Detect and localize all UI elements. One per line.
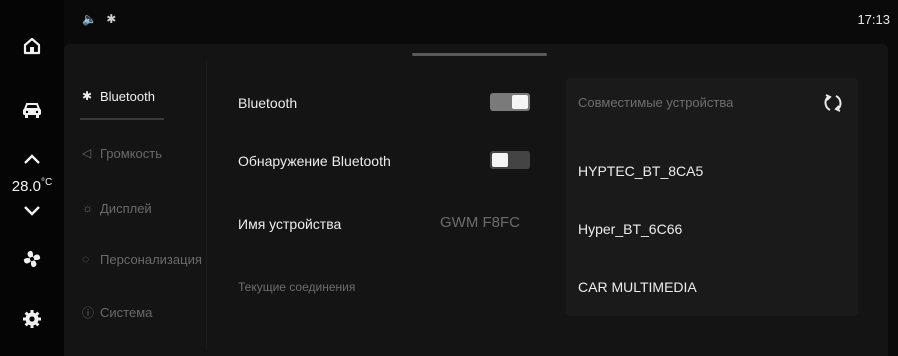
system-icon: ⓘ — [82, 305, 95, 320]
home-button[interactable] — [0, 32, 64, 60]
status-icons: 🔈 ✱ — [82, 12, 120, 26]
chevron-down-icon — [24, 206, 40, 216]
menu-item-label: Система — [100, 304, 153, 320]
temperature-unit: °C — [40, 177, 53, 188]
discovery-setting-label: Обнаружение Bluetooth — [238, 153, 391, 169]
bluetooth-setting-label: Bluetooth — [238, 95, 298, 111]
left-nav-rail: 28.0°C — [0, 0, 64, 356]
bluetooth-icon: ✱ — [82, 89, 93, 103]
settings-button[interactable] — [0, 306, 64, 332]
device-name-label: Имя устройства — [238, 216, 342, 232]
menu-item-volume[interactable]: ◁ Громкость — [82, 138, 162, 168]
device-list-item[interactable]: Hyper_BT_6C66 — [578, 221, 682, 237]
temperature-up-button[interactable] — [0, 148, 64, 170]
drag-handle[interactable] — [412, 53, 547, 56]
status-bar: 🔈 ✱ 17:13 — [64, 0, 898, 40]
device-list-item[interactable]: CAR MULTIMEDIA — [578, 279, 697, 295]
temperature-down-button[interactable] — [0, 200, 64, 222]
discovery-toggle[interactable] — [490, 151, 530, 169]
personalization-icon: ◌ — [82, 252, 90, 266]
device-name-value[interactable]: GWM F8FC — [440, 214, 520, 231]
menu-item-label: Персонализация — [100, 251, 202, 267]
refresh-button[interactable] — [822, 92, 844, 119]
bluetooth-toggle[interactable] — [490, 93, 530, 111]
menu-item-display[interactable]: ☼ Дисплей — [82, 193, 152, 223]
toggle-knob — [492, 153, 508, 167]
fan-button[interactable] — [0, 246, 64, 272]
menu-item-bluetooth[interactable]: ✱ Bluetooth — [82, 81, 155, 111]
fan-icon — [23, 250, 41, 268]
volume-icon: ◁ — [82, 146, 92, 160]
car-icon — [23, 103, 41, 118]
clock: 17:13 — [857, 12, 890, 27]
temperature-display: 28.0°C — [0, 177, 64, 195]
menu-item-label: Дисплей — [100, 200, 152, 216]
compatible-devices-title: Совместимые устройства — [578, 95, 734, 110]
menu-item-personalization[interactable]: ◌ Персонализация — [82, 244, 202, 274]
current-connections-label: Текущие соединения — [238, 280, 356, 294]
home-icon — [23, 37, 41, 55]
car-button[interactable] — [0, 96, 64, 124]
refresh-icon — [824, 94, 842, 112]
device-list-item[interactable]: HYPTEC_BT_8CA5 — [578, 163, 703, 179]
toggle-knob — [512, 95, 528, 109]
chevron-up-icon — [24, 154, 40, 164]
menu-active-underline — [80, 118, 164, 120]
gear-icon — [23, 310, 41, 328]
display-icon: ☼ — [82, 201, 93, 215]
menu-item-label: Bluetooth — [100, 88, 155, 104]
menu-item-label: Громкость — [100, 145, 162, 161]
temperature-value: 28.0 — [11, 178, 41, 195]
menu-item-system[interactable]: ⓘ Система — [82, 297, 152, 327]
menu-divider — [206, 60, 207, 350]
